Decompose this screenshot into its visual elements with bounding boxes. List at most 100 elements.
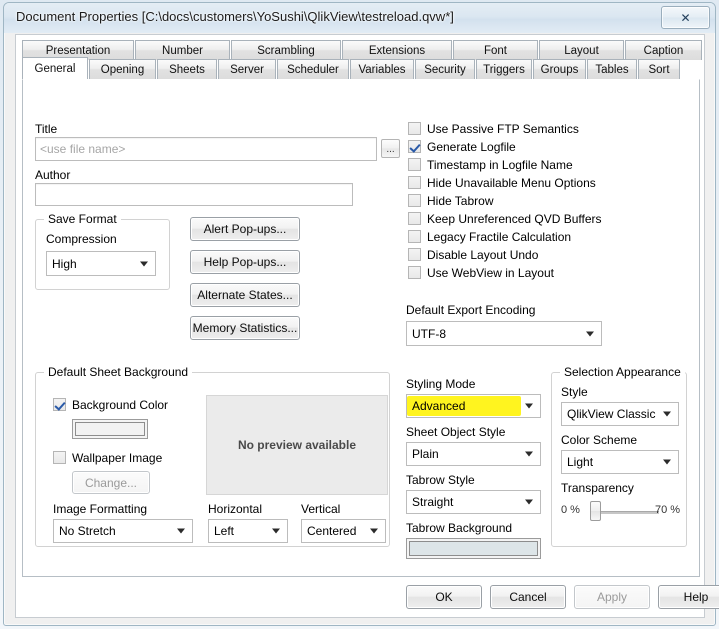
vertical-value: Centered: [307, 524, 357, 538]
checkbox-generate-logfile[interactable]: Generate Logfile: [408, 138, 516, 155]
chevron-down-icon: [525, 451, 533, 457]
title-input[interactable]: <use file name>: [35, 137, 377, 161]
apply-button[interactable]: Apply: [574, 585, 650, 609]
dialog-footer: OK Cancel Apply Help: [22, 581, 719, 613]
alert-popups-button[interactable]: Alert Pop-ups...: [190, 217, 300, 241]
compression-combo[interactable]: High: [46, 251, 156, 276]
cancel-button[interactable]: Cancel: [490, 585, 566, 609]
checkbox-background-color[interactable]: Background Color: [53, 396, 168, 413]
tab-triggers[interactable]: Triggers: [476, 59, 532, 79]
selection-style-combo[interactable]: QlikView Classic: [561, 402, 679, 426]
color-scheme-combo[interactable]: Light: [561, 450, 679, 474]
checkbox-icon: [408, 194, 421, 207]
transparency-slider-thumb[interactable]: [590, 501, 601, 521]
chevron-down-icon: [663, 459, 671, 465]
chevron-down-icon: [586, 331, 594, 336]
checkbox-use-webview-in-layout[interactable]: Use WebView in Layout: [408, 264, 554, 281]
transparency-min-label: 0 %: [561, 504, 580, 516]
wallpaper-preview: No preview available: [206, 395, 388, 495]
tab-row-upper: Presentation Number Scrambling Extension…: [22, 40, 703, 60]
export-encoding-combo[interactable]: UTF-8: [406, 321, 602, 346]
checkbox-label: Use WebView in Layout: [427, 265, 554, 280]
tab-sheets[interactable]: Sheets: [157, 59, 217, 79]
tab-server[interactable]: Server: [218, 59, 276, 79]
close-button[interactable]: ✕: [661, 6, 710, 29]
sheet-object-style-combo[interactable]: Plain: [406, 442, 541, 466]
chevron-down-icon: [272, 528, 280, 534]
author-input[interactable]: [35, 183, 353, 206]
checkbox-wallpaper-image[interactable]: Wallpaper Image: [53, 449, 162, 466]
checkbox-label: Background Color: [72, 397, 169, 412]
tab-caption[interactable]: Caption: [625, 40, 702, 60]
selection-appearance-label: Selection Appearance: [560, 365, 685, 379]
title-bar: Document Properties [C:\docs\customers\Y…: [4, 3, 715, 33]
tab-general[interactable]: General: [22, 57, 88, 79]
vertical-label: Vertical: [301, 502, 341, 516]
tab-extensions[interactable]: Extensions: [342, 40, 452, 60]
style-label: Style: [561, 385, 588, 399]
tab-sort[interactable]: Sort: [638, 59, 680, 79]
checkbox-keep-unreferenced-qvd-buffers[interactable]: Keep Unreferenced QVD Buffers: [408, 210, 602, 227]
checkbox-disable-layout-undo[interactable]: Disable Layout Undo: [408, 246, 538, 263]
preview-text: No preview available: [237, 438, 357, 452]
checkbox-icon: [408, 230, 421, 243]
checkbox-timestamp-in-logfile-name[interactable]: Timestamp in Logfile Name: [408, 156, 573, 173]
horizontal-combo[interactable]: Left: [208, 519, 288, 543]
window-title: Document Properties [C:\docs\customers\Y…: [16, 9, 454, 24]
selection-style-value: QlikView Classic: [567, 407, 656, 421]
change-wallpaper-button[interactable]: Change...: [72, 471, 150, 494]
chevron-down-icon: [525, 499, 533, 505]
tabrow-background-swatch[interactable]: [406, 538, 541, 559]
transparency-max-label: 70 %: [655, 504, 681, 516]
help-button[interactable]: Help: [658, 585, 719, 609]
chevron-down-icon: [663, 411, 671, 417]
checkbox-label: Timestamp in Logfile Name: [427, 157, 573, 172]
selection-appearance-group: Selection Appearance Style QlikView Clas…: [551, 365, 687, 547]
checkbox-legacy-fractile-calculation[interactable]: Legacy Fractile Calculation: [408, 228, 571, 245]
save-format-label: Save Format: [44, 212, 121, 226]
checkbox-label: Use Passive FTP Semantics: [427, 121, 579, 136]
image-formatting-combo[interactable]: No Stretch: [53, 519, 193, 543]
tab-number[interactable]: Number: [135, 40, 230, 60]
styling-mode-combo[interactable]: Advanced: [406, 394, 541, 418]
tab-scheduler[interactable]: Scheduler: [277, 59, 349, 79]
background-color-fill: [75, 422, 145, 436]
memory-statistics-button[interactable]: Memory Statistics...: [190, 316, 300, 340]
background-color-swatch[interactable]: [72, 419, 148, 439]
tab-tables[interactable]: Tables: [587, 59, 637, 79]
tabrow-style-combo[interactable]: Straight: [406, 490, 541, 514]
tab-font[interactable]: Font: [453, 40, 538, 60]
styling-mode-value: Advanced: [412, 399, 466, 413]
checkbox-icon: [408, 248, 421, 261]
checkbox-label: Hide Unavailable Menu Options: [427, 175, 596, 190]
help-popups-button[interactable]: Help Pop-ups...: [190, 250, 300, 274]
tab-security[interactable]: Security: [415, 59, 475, 79]
compression-value: High: [52, 256, 77, 271]
dialog-client-area: Presentation Number Scrambling Extension…: [15, 34, 719, 618]
checkbox-label: Disable Layout Undo: [427, 247, 539, 262]
checkbox-hide-unavailable-menu-options[interactable]: Hide Unavailable Menu Options: [408, 174, 596, 191]
checkbox-use-passive-ftp[interactable]: Use Passive FTP Semantics: [408, 120, 579, 137]
checkbox-label: Generate Logfile: [427, 139, 516, 154]
default-sheet-background-label: Default Sheet Background: [44, 365, 193, 379]
checkbox-icon: [408, 176, 421, 189]
sheet-object-style-label: Sheet Object Style: [406, 425, 506, 439]
checkbox-label: Legacy Fractile Calculation: [427, 229, 572, 244]
checkbox-label: Hide Tabrow: [427, 193, 494, 208]
tab-scrambling[interactable]: Scrambling: [231, 40, 341, 60]
title-browse-button[interactable]: ...: [381, 139, 400, 158]
tabrow-background-label: Tabrow Background: [406, 521, 513, 535]
checkbox-icon: [408, 140, 421, 153]
chevron-down-icon: [525, 403, 533, 409]
tab-groups[interactable]: Groups: [533, 59, 586, 79]
tab-opening[interactable]: Opening: [89, 59, 156, 79]
checkbox-icon: [408, 266, 421, 279]
chevron-down-icon: [177, 528, 185, 534]
checkbox-hide-tabrow[interactable]: Hide Tabrow: [408, 192, 493, 209]
ok-button[interactable]: OK: [406, 585, 482, 609]
tab-variables[interactable]: Variables: [350, 59, 414, 79]
vertical-combo[interactable]: Centered: [301, 519, 386, 543]
transparency-slider-track[interactable]: [592, 511, 659, 514]
tab-layout[interactable]: Layout: [539, 40, 624, 60]
alternate-states-button[interactable]: Alternate States...: [190, 283, 300, 307]
